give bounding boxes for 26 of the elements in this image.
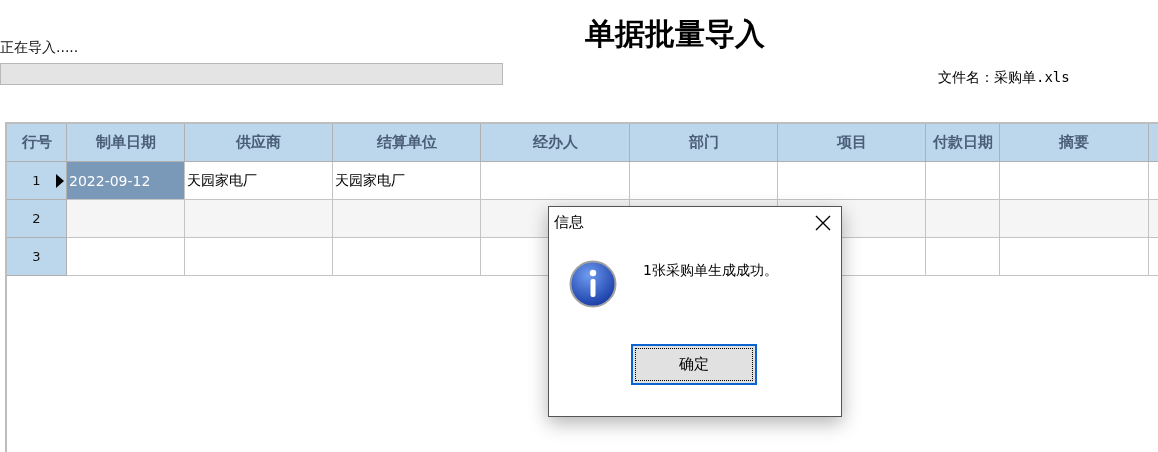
dialog-message: 1张采购单生成成功。 <box>643 262 778 280</box>
column-header: 行号 <box>7 124 67 162</box>
file-name-label: 文件名：采购单.xls <box>938 69 1070 87</box>
column-header[interactable]: 制单日期 <box>67 124 185 162</box>
row-number: 2 <box>32 211 41 226</box>
status-text: 正在导入..... <box>0 39 80 57</box>
ok-button[interactable]: 确定 <box>631 344 757 385</box>
column-header[interactable]: 摘要 <box>1000 124 1149 162</box>
column-header[interactable]: 经办人 <box>481 124 630 162</box>
column-header[interactable]: 项目 <box>778 124 926 162</box>
page-title: 单据批量导入 <box>585 15 765 53</box>
info-icon <box>569 260 617 308</box>
row-header[interactable]: 2 <box>7 200 67 238</box>
row-header[interactable]: 1 <box>7 162 67 200</box>
dialog-title: 信息 <box>554 213 584 232</box>
row-header[interactable]: 3 <box>7 238 67 276</box>
row-number: 1 <box>32 173 41 188</box>
table-cell[interactable]: 天园家电厂 <box>333 162 481 200</box>
column-header[interactable]: 部门 <box>630 124 778 162</box>
table-cell[interactable]: 天园家电厂 <box>185 162 333 200</box>
row-number: 3 <box>32 249 41 264</box>
column-header[interactable]: 付款日期 <box>926 124 1000 162</box>
table-cell[interactable]: 2022-09-12 <box>67 162 185 200</box>
column-header[interactable]: 结算单位 <box>333 124 481 162</box>
close-icon[interactable] <box>815 214 831 231</box>
column-header[interactable]: 供应商 <box>185 124 333 162</box>
